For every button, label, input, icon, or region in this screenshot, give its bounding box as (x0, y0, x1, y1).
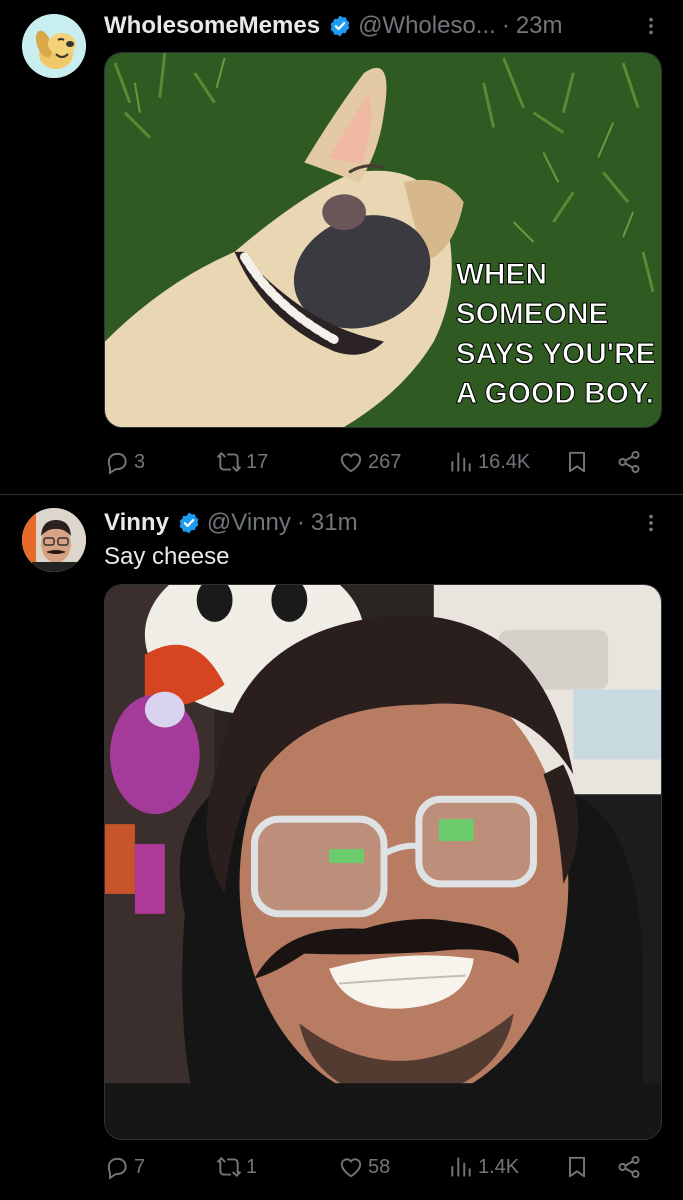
svg-text:SOMEONE: SOMEONE (456, 298, 609, 331)
bookmark-icon (568, 451, 586, 473)
tweet-header: Vinny @Vinny · 31m (104, 507, 663, 539)
tweet-text: Say cheese (104, 543, 230, 570)
more-icon[interactable] (639, 507, 663, 539)
separator-dot: · (296, 509, 305, 536)
verified-badge-icon (328, 14, 352, 38)
like-count: 58 (368, 1155, 391, 1178)
share-button[interactable] (616, 444, 642, 480)
view-count: 16.4K (478, 450, 531, 473)
reply-icon (107, 1157, 127, 1180)
tweet[interactable]: Vinny @Vinny · 31m Say cheese 7 1 58 1.4… (0, 495, 683, 1200)
svg-text:A GOOD BOY.: A GOOD BOY. (456, 377, 654, 410)
reply-button[interactable]: 7 (104, 1149, 145, 1185)
handle[interactable]: @Wholeso... (358, 12, 496, 40)
reply-count: 7 (134, 1155, 146, 1178)
avatar[interactable] (22, 508, 86, 572)
like-button[interactable]: 267 (338, 444, 401, 480)
heart-icon (340, 453, 362, 473)
repost-count: 17 (246, 450, 269, 473)
like-button[interactable]: 58 (338, 1149, 390, 1185)
tweet[interactable]: WholesomeMemes @Wholeso... · 23m WHEN SO… (0, 0, 683, 494)
views-icon (451, 452, 471, 472)
timestamp[interactable]: 23m (516, 12, 563, 40)
tweet-image[interactable]: WHEN SOMEONE SAYS YOU'RE A GOOD BOY. (104, 52, 662, 428)
verified-badge-icon (177, 511, 201, 535)
reply-icon (107, 452, 127, 475)
like-count: 267 (368, 450, 402, 473)
views-icon (451, 1157, 471, 1177)
svg-text:SAYS YOU'RE: SAYS YOU'RE (456, 337, 656, 370)
display-name[interactable]: Vinny (104, 509, 169, 537)
view-count: 1.4K (478, 1155, 520, 1178)
reply-count: 3 (134, 450, 146, 473)
display-name[interactable]: WholesomeMemes (104, 12, 320, 40)
reply-button[interactable]: 3 (104, 444, 145, 480)
tweet-image[interactable] (104, 584, 662, 1140)
share-icon (618, 450, 640, 474)
separator-dot: · (501, 12, 510, 39)
repost-icon (217, 452, 241, 472)
heart-icon (340, 1158, 362, 1178)
bookmark-button[interactable] (564, 1149, 590, 1185)
repost-button[interactable]: 1 (216, 1149, 257, 1185)
avatar[interactable] (22, 14, 86, 78)
share-button[interactable] (616, 1149, 642, 1185)
tweet-actions: 7 1 58 1.4K (104, 1149, 647, 1185)
repost-icon (217, 1157, 241, 1177)
bookmark-button[interactable] (564, 444, 590, 480)
timestamp[interactable]: 31m (311, 509, 358, 537)
views-button[interactable]: 16.4K (448, 444, 530, 480)
bookmark-icon (568, 1156, 586, 1178)
more-icon[interactable] (639, 10, 663, 42)
handle[interactable]: @Vinny (207, 509, 291, 537)
views-button[interactable]: 1.4K (448, 1149, 519, 1185)
repost-count: 1 (246, 1155, 258, 1178)
tweet-actions: 3 17 267 16.4K (104, 444, 647, 480)
svg-text:WHEN: WHEN (456, 258, 547, 291)
repost-button[interactable]: 17 (216, 444, 268, 480)
share-icon (618, 1155, 640, 1179)
tweet-header: WholesomeMemes @Wholeso... · 23m (104, 10, 663, 42)
